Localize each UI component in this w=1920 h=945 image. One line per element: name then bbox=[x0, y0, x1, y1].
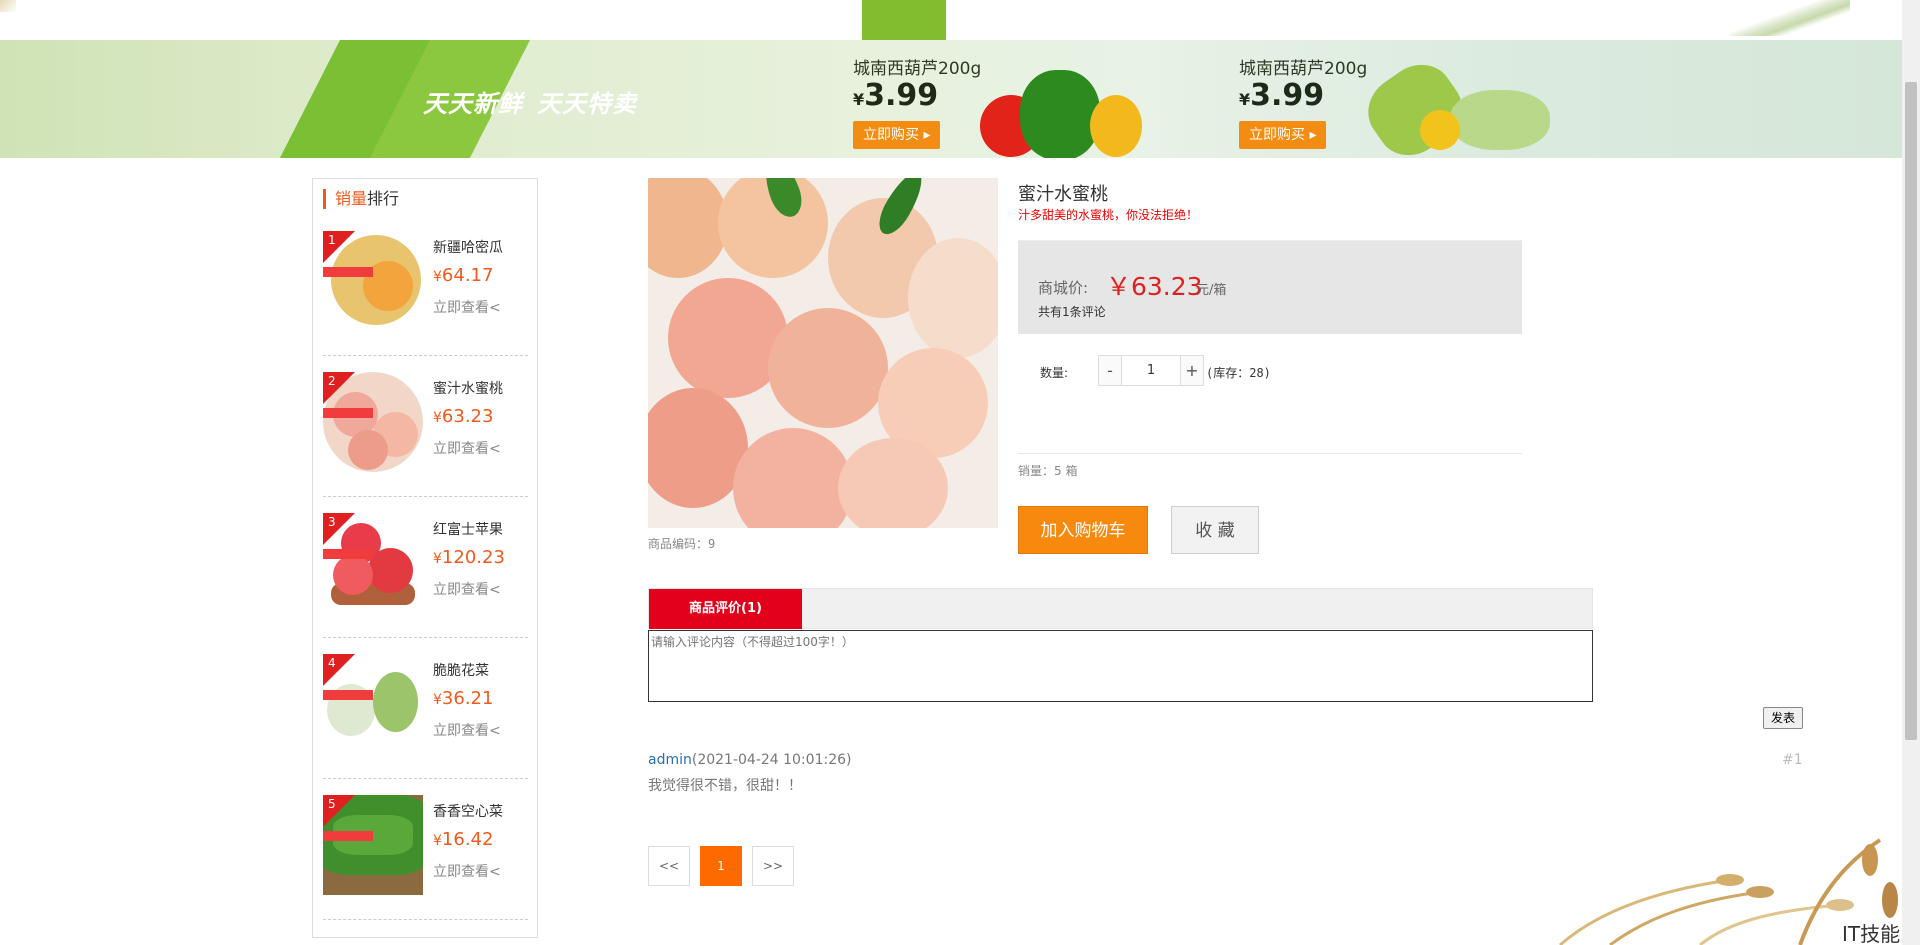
rank-bar bbox=[323, 549, 373, 559]
ranking-item-name[interactable]: 脆脆花菜 bbox=[433, 660, 489, 680]
ranking-item[interactable]: 1 新疆哈密瓜 ¥64.17 立即查看< bbox=[323, 215, 528, 356]
ranking-item-price: ¥16.42 bbox=[433, 829, 494, 850]
sales-volume: 销量：5 箱 bbox=[1018, 464, 1078, 478]
zucchini-flower-image bbox=[1420, 110, 1460, 150]
rank-bar bbox=[323, 408, 373, 418]
price-unit: 元/箱 bbox=[1196, 283, 1227, 298]
post-review-button[interactable]: 发表 bbox=[1763, 707, 1803, 729]
ranking-item[interactable]: 5 香香空心菜 ¥16.42 立即查看< bbox=[323, 779, 528, 920]
review-count[interactable]: 共有1条评论 bbox=[1038, 303, 1106, 320]
ranking-item-name[interactable]: 新疆哈密瓜 bbox=[433, 237, 503, 257]
comment-user[interactable]: admin bbox=[648, 752, 692, 768]
banner-slogan-right: 天天特卖 bbox=[537, 90, 637, 118]
promo-title: 城南西葫芦200g bbox=[1239, 59, 1368, 79]
product-title: 蜜汁水蜜桃 bbox=[1018, 184, 1108, 205]
quantity-stepper: - 1 + bbox=[1098, 355, 1204, 386]
product-price: ￥63.23 bbox=[1106, 272, 1203, 301]
top-bar bbox=[0, 0, 1902, 40]
decoration-leaf bbox=[1730, 0, 1850, 36]
next-page-button[interactable]: >> bbox=[752, 846, 794, 886]
increase-quantity-button[interactable]: + bbox=[1181, 356, 1203, 385]
price-label: 商城价: bbox=[1038, 279, 1089, 297]
banner-slogan-left: 天天新鲜 bbox=[423, 90, 523, 118]
rank-number: 2 bbox=[328, 374, 336, 388]
promo-buy-button[interactable]: 立即购买 ▸ bbox=[853, 121, 941, 149]
price-box: 商城价: ￥63.23 元/箱 共有1条评论 bbox=[1018, 240, 1522, 334]
pepper-green-image bbox=[1020, 70, 1100, 158]
promo-buy-button[interactable]: 立即购买 ▸ bbox=[1239, 121, 1327, 149]
decrease-quantity-button[interactable]: - bbox=[1099, 356, 1121, 385]
ranking-item[interactable]: 2 蜜汁水蜜桃 ¥63.23 立即查看< bbox=[323, 356, 528, 497]
view-now-link[interactable]: 立即查看< bbox=[433, 861, 501, 881]
decoration-leaf bbox=[0, 0, 16, 12]
favorite-button[interactable]: 收 藏 bbox=[1171, 506, 1259, 554]
rank-number: 3 bbox=[328, 515, 336, 529]
prev-page-button[interactable]: << bbox=[648, 846, 690, 886]
rank-bar bbox=[323, 690, 373, 700]
tab-product-reviews[interactable]: 商品评价(1) bbox=[649, 589, 802, 629]
ranking-item-price: ¥120.23 bbox=[433, 547, 505, 568]
quantity-label: 数量: bbox=[1040, 366, 1069, 380]
quantity-input[interactable]: 1 bbox=[1121, 356, 1181, 385]
product-subtitle: 汁多甜美的水蜜桃，你没法拒绝！ bbox=[1018, 208, 1199, 222]
ranking-item-name[interactable]: 蜜汁水蜜桃 bbox=[433, 378, 503, 398]
add-to-cart-button[interactable]: 加入购物车 bbox=[1018, 506, 1148, 554]
view-now-link[interactable]: 立即查看< bbox=[433, 720, 501, 740]
rank-number: 5 bbox=[328, 797, 336, 811]
wheat-decoration bbox=[1559, 838, 1898, 945]
comment-time: (2021-04-24 10:01:26) bbox=[691, 752, 852, 768]
view-now-link[interactable]: 立即查看< bbox=[433, 297, 501, 317]
pepper-yellow-image bbox=[1090, 95, 1142, 157]
product-main-image bbox=[648, 178, 998, 528]
divider bbox=[1018, 453, 1522, 454]
pagination: << 1 >> bbox=[648, 846, 794, 886]
ranking-item-name[interactable]: 红富士苹果 bbox=[433, 519, 503, 539]
sales-ranking-sidebar: 销量排行 1 新疆哈密瓜 ¥64.17 立即查看< 2 蜜汁水蜜桃 ¥63.23… bbox=[312, 178, 538, 938]
page-scrollbar[interactable] bbox=[1902, 0, 1920, 945]
nav-active-tab[interactable] bbox=[862, 0, 946, 40]
promo-banner: 天天新鲜 天天特卖 城南西葫芦200g ¥3.99 立即购买 ▸ 城南西葫芦20… bbox=[0, 40, 1902, 158]
rank-bar bbox=[323, 267, 373, 277]
sidebar-title: 销量排行 bbox=[323, 189, 399, 209]
rank-bar bbox=[323, 831, 373, 841]
ranking-item-name[interactable]: 香香空心菜 bbox=[433, 801, 503, 821]
promo-title: 城南西葫芦200g bbox=[853, 59, 982, 79]
ranking-item-price: ¥64.17 bbox=[433, 265, 494, 286]
zucchini-image bbox=[1450, 90, 1550, 150]
ranking-item[interactable]: 3 红富士苹果 ¥120.23 立即查看< bbox=[323, 497, 528, 638]
ranking-item-price: ¥63.23 bbox=[433, 406, 494, 427]
view-now-link[interactable]: 立即查看< bbox=[433, 438, 501, 458]
product-code: 商品编码：9 bbox=[648, 537, 716, 551]
comment-body: 我觉得很不错，很甜！！ bbox=[648, 778, 802, 794]
ranking-item[interactable]: 4 脆脆花菜 ¥36.21 立即查看< bbox=[323, 638, 528, 779]
comment-header: admin(2021-04-24 10:01:26) bbox=[648, 752, 852, 768]
page: 天天新鲜 天天特卖 城南西葫芦200g ¥3.99 立即购买 ▸ 城南西葫芦20… bbox=[0, 0, 1920, 945]
comment-number: #1 bbox=[1782, 752, 1803, 768]
review-tabs: 商品评价(1) bbox=[648, 588, 1593, 629]
stock-info: (库存：28) bbox=[1206, 366, 1271, 380]
view-now-link[interactable]: 立即查看< bbox=[433, 579, 501, 599]
rank-number: 4 bbox=[328, 656, 336, 670]
page-1-button[interactable]: 1 bbox=[700, 846, 742, 886]
ranking-item-price: ¥36.21 bbox=[433, 688, 494, 709]
review-input[interactable] bbox=[648, 630, 1593, 702]
scrollbar-thumb[interactable] bbox=[1905, 82, 1917, 740]
rank-number: 1 bbox=[328, 233, 336, 247]
